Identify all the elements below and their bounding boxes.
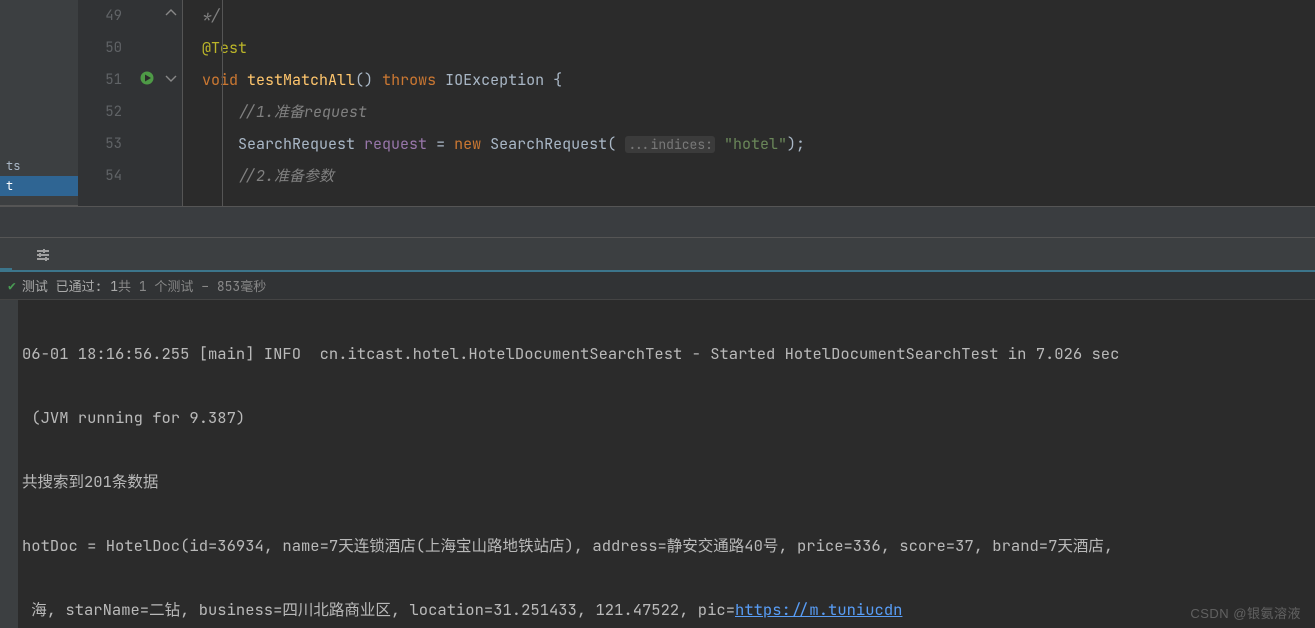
line-number: 50	[78, 32, 134, 64]
paren-open: (	[607, 134, 616, 154]
console-wrap: 06-01 18:16:56.255 [main] INFO cn.itcast…	[0, 300, 1315, 628]
log-line: 共搜索到201条数据	[22, 466, 1315, 498]
check-icon: ✔	[8, 277, 16, 294]
constructor: SearchRequest	[490, 134, 607, 154]
type: SearchRequest	[238, 134, 355, 154]
watermark: CSDN @银氨溶液	[1190, 603, 1301, 622]
run-tool-tabbar	[0, 238, 1315, 272]
keyword: throws	[382, 70, 436, 90]
console-link[interactable]: https://m.tuniucdn	[735, 599, 902, 620]
test-status-sub: 共 1 个测试 – 853毫秒	[118, 276, 266, 295]
run-test-icon[interactable]	[139, 70, 155, 86]
string: "hotel"	[724, 134, 787, 154]
line-number: 53	[78, 128, 134, 160]
fold-up-icon[interactable]	[163, 5, 179, 21]
keyword: new	[454, 134, 481, 154]
project-item-selected[interactable]: t	[0, 176, 78, 196]
annotation: @Test	[202, 38, 247, 58]
project-tree-stub: ts t	[0, 0, 78, 206]
console-output[interactable]: 06-01 18:16:56.255 [main] INFO cn.itcast…	[18, 300, 1315, 628]
fold-down-icon[interactable]	[163, 70, 179, 86]
line-number: 54	[78, 160, 134, 192]
log-line: 06-01 18:16:56.255 [main] INFO cn.itcast…	[22, 338, 1315, 370]
variable: request	[364, 134, 427, 154]
log-line: (JVM running for 9.387)	[22, 402, 1315, 434]
method-name: testMatchAll	[247, 70, 355, 90]
line-number: 49	[78, 0, 134, 32]
comment: //2.准备参数	[238, 166, 334, 186]
code-editor[interactable]: */ @Test void testMatchAll() throws IOEx…	[182, 0, 1315, 206]
comment: //1.准备request	[238, 102, 367, 122]
log-line: hotDoc = HotelDoc(id=36934, name=7天连锁酒店(…	[22, 530, 1315, 562]
brace: {	[553, 70, 562, 90]
param-hint: ...indices:	[625, 136, 715, 153]
paren-close: );	[787, 134, 805, 154]
comment: */	[202, 6, 220, 26]
ide-root: ts t 49 50 51 52 53 54 */ @Test	[0, 0, 1315, 628]
line-number-gutter: 49 50 51 52 53 54	[78, 0, 134, 206]
project-item[interactable]: ts	[0, 156, 78, 176]
gutter-icon-column	[134, 0, 182, 206]
run-tab-selected[interactable]	[0, 238, 12, 270]
parens: ()	[355, 70, 373, 90]
log-line: 海, starName=二钻, business=四川北路商业区, locati…	[22, 594, 1315, 626]
type: IOException	[445, 70, 544, 90]
test-status-text: 测试 已通过: 1	[22, 276, 118, 295]
keyword: void	[202, 70, 238, 90]
settings-icon[interactable]	[36, 248, 50, 262]
test-status-bar: ✔ 测试 已通过: 1 共 1 个测试 – 853毫秒	[0, 272, 1315, 300]
line-number: 51	[78, 64, 134, 96]
line-number: 52	[78, 96, 134, 128]
console-gutter	[0, 300, 18, 628]
editor-splitter[interactable]	[0, 206, 1315, 238]
operator: =	[427, 134, 454, 154]
editor-area: ts t 49 50 51 52 53 54 */ @Test	[0, 0, 1315, 206]
